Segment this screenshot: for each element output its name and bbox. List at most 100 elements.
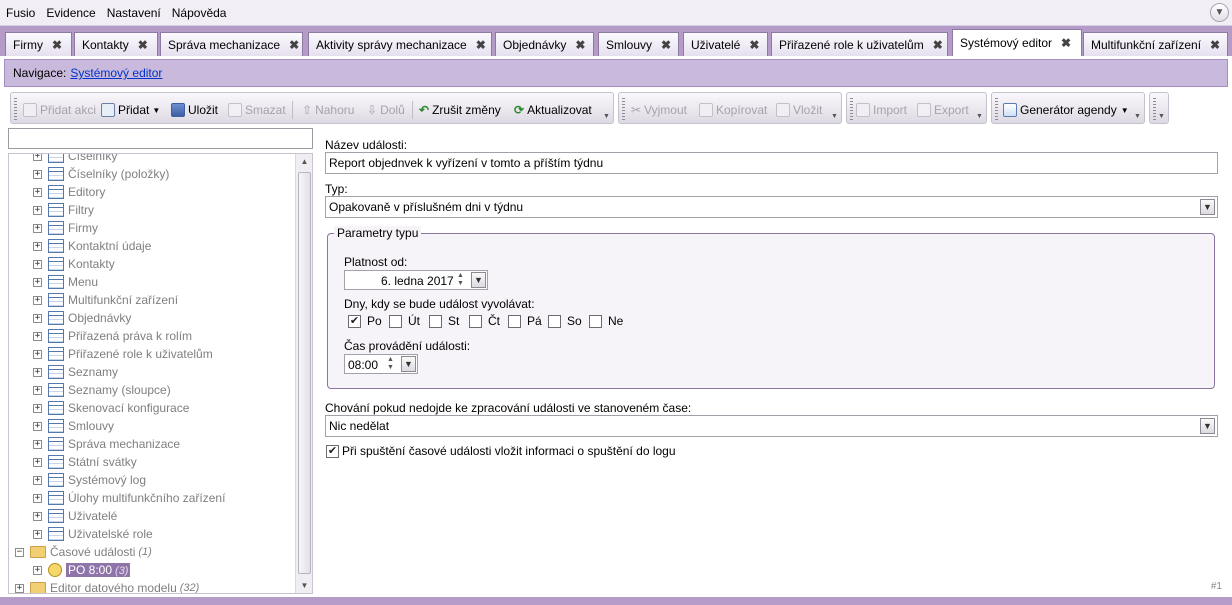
- tree-item[interactable]: + Seznamy (sloupce): [33, 381, 171, 399]
- tree-item[interactable]: + Úlohy multifunkčního zařízení: [33, 489, 225, 507]
- expand-icon[interactable]: +: [15, 583, 24, 593]
- import-button[interactable]: Import: [856, 101, 907, 119]
- toolbar-overflow-icon[interactable]: ▼: [1134, 113, 1142, 121]
- close-icon[interactable]: ✖: [749, 38, 759, 52]
- toolbar-grip[interactable]: [1153, 98, 1156, 120]
- expand-icon[interactable]: +: [33, 349, 42, 359]
- tree-search-input[interactable]: [8, 128, 313, 149]
- scrollbar-thumb[interactable]: [298, 172, 311, 574]
- tree-item[interactable]: + Multifunkční zařízení: [33, 291, 178, 309]
- expand-icon[interactable]: +: [33, 295, 42, 305]
- close-icon[interactable]: ✖: [476, 38, 486, 52]
- tree-item[interactable]: + Menu: [33, 273, 98, 291]
- collapse-menu-button[interactable]: ▼: [1210, 3, 1229, 22]
- chevron-down-icon[interactable]: ▼: [1200, 199, 1215, 215]
- expand-icon[interactable]: +: [33, 439, 42, 449]
- add-action-button[interactable]: Přidat akci: [23, 101, 96, 119]
- tree-folder-events[interactable]: − Časové události (1): [15, 543, 152, 561]
- toolbar-overflow-icon[interactable]: ▼: [1158, 113, 1166, 121]
- close-icon[interactable]: ✖: [138, 38, 148, 52]
- delete-button[interactable]: Smazat: [228, 101, 286, 119]
- expand-icon[interactable]: +: [33, 457, 42, 467]
- tree-item[interactable]: + Firmy: [33, 219, 98, 237]
- collapse-icon[interactable]: −: [15, 547, 24, 557]
- expand-icon[interactable]: +: [33, 421, 42, 431]
- tree-item[interactable]: + Kontakty: [33, 255, 115, 273]
- tree-item-event-selected[interactable]: + PO 8:00 (3): [33, 561, 131, 579]
- close-icon[interactable]: ✖: [933, 38, 943, 52]
- tree-item[interactable]: + Systémový log: [33, 471, 146, 489]
- tree-item[interactable]: + Skenovací konfigurace: [33, 399, 189, 417]
- tree-item[interactable]: + Přiřazená práva k rolím: [33, 327, 192, 345]
- close-icon[interactable]: ✖: [1210, 38, 1220, 52]
- navigation-link[interactable]: Systémový editor: [70, 66, 162, 80]
- tab-systemovy-editor[interactable]: Systémový editor ✖: [952, 29, 1082, 56]
- toolbar-grip[interactable]: [995, 98, 998, 120]
- tab-firmy[interactable]: Firmy ✖: [5, 32, 72, 56]
- day-checkbox-pa[interactable]: [508, 315, 521, 328]
- toolbar-overflow-icon[interactable]: ▼: [976, 113, 984, 121]
- cut-button[interactable]: ✂ Vyjmout: [631, 101, 687, 119]
- scroll-up-icon[interactable]: ▲: [297, 154, 312, 169]
- toolbar-grip[interactable]: [850, 98, 853, 120]
- tree-item[interactable]: + Objednávky: [33, 309, 131, 327]
- tree-item[interactable]: + Seznamy: [33, 363, 118, 381]
- log-checkbox[interactable]: ✔: [326, 445, 339, 458]
- expand-icon[interactable]: +: [33, 187, 42, 197]
- behavior-select[interactable]: Nic nedělat ▼: [325, 415, 1218, 437]
- expand-icon[interactable]: +: [33, 277, 42, 287]
- expand-icon[interactable]: +: [33, 205, 42, 215]
- cancel-changes-button[interactable]: ↶ Zrušit změny: [419, 101, 501, 119]
- tree-item[interactable]: + Státní svátky: [33, 453, 137, 471]
- tree-item[interactable]: + Editory: [33, 183, 105, 201]
- menu-settings[interactable]: Nastavení: [103, 6, 165, 20]
- expand-icon[interactable]: +: [33, 154, 42, 161]
- menu-help[interactable]: Nápověda: [168, 6, 231, 20]
- spin-down-icon[interactable]: ▼: [456, 280, 465, 287]
- expand-icon[interactable]: +: [33, 529, 42, 539]
- expand-icon[interactable]: +: [33, 331, 42, 341]
- tab-sprava-mechanizace[interactable]: Správa mechanizace ✖: [160, 32, 303, 56]
- day-checkbox-ct[interactable]: [469, 315, 482, 328]
- expand-icon[interactable]: +: [33, 259, 42, 269]
- add-button[interactable]: Přidat ▼: [101, 101, 160, 119]
- day-checkbox-st[interactable]: [429, 315, 442, 328]
- expand-icon[interactable]: +: [33, 475, 42, 485]
- export-button[interactable]: Export: [917, 101, 969, 119]
- chevron-down-icon[interactable]: ▼: [1200, 418, 1215, 434]
- menu-evidence[interactable]: Evidence: [42, 6, 99, 20]
- expand-icon[interactable]: +: [33, 367, 42, 377]
- close-icon[interactable]: ✖: [1061, 36, 1071, 50]
- chevron-down-icon[interactable]: ▼: [471, 272, 486, 288]
- time-picker[interactable]: 08:00 ▲ ▼ ▼: [344, 354, 418, 374]
- tree-item[interactable]: + Uživatelské role: [33, 525, 153, 543]
- day-checkbox-po[interactable]: ✔: [348, 315, 361, 328]
- save-button[interactable]: Uložit: [171, 101, 218, 119]
- close-icon[interactable]: ✖: [575, 38, 585, 52]
- tree-item[interactable]: + Číselníky (položky): [33, 165, 169, 183]
- refresh-button[interactable]: ⟳ Aktualizovat: [514, 101, 592, 119]
- spin-down-icon[interactable]: ▼: [386, 364, 395, 371]
- spin-up-icon[interactable]: ▲: [456, 272, 465, 279]
- expand-icon[interactable]: +: [33, 565, 42, 575]
- close-icon[interactable]: ✖: [289, 38, 299, 52]
- day-checkbox-so[interactable]: [548, 315, 561, 328]
- type-select[interactable]: Opakovaně v příslušném dni v týdnu ▼: [325, 196, 1218, 218]
- toolbar-overflow-icon[interactable]: ▼: [603, 113, 611, 121]
- day-checkbox-ut[interactable]: [389, 315, 402, 328]
- menu-fusio[interactable]: Fusio: [2, 6, 39, 20]
- expand-icon[interactable]: +: [33, 313, 42, 323]
- tab-kontakty[interactable]: Kontakty ✖: [74, 32, 158, 56]
- tree-item[interactable]: + Uživatelé: [33, 507, 117, 525]
- expand-icon[interactable]: +: [33, 385, 42, 395]
- toolbar-grip[interactable]: [622, 98, 625, 120]
- tree-item[interactable]: + Smlouvy: [33, 417, 114, 435]
- tab-uzivatele[interactable]: Uživatelé ✖: [683, 32, 768, 56]
- expand-icon[interactable]: +: [33, 511, 42, 521]
- expand-icon[interactable]: +: [33, 241, 42, 251]
- close-icon[interactable]: ✖: [52, 38, 62, 52]
- expand-icon[interactable]: +: [33, 223, 42, 233]
- tree-item[interactable]: + Číselníky: [33, 154, 117, 165]
- tab-multifunkcni-zarizeni[interactable]: Multifunkční zařízení ✖: [1083, 32, 1228, 56]
- tab-aktivity-spravy-mechanizace[interactable]: Aktivity správy mechanizace ✖: [308, 32, 492, 56]
